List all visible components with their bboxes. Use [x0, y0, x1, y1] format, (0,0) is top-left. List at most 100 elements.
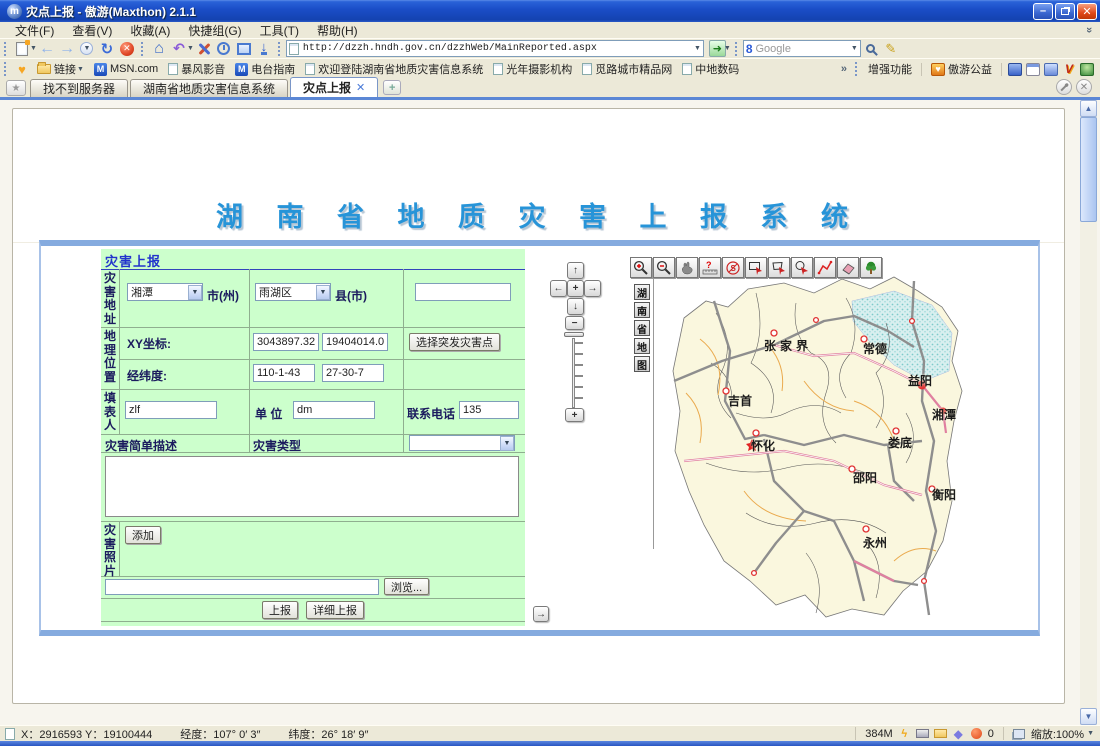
clear-selection-tool[interactable]: S — [722, 257, 744, 278]
new-tab-button[interactable]: + — [383, 80, 401, 95]
browse-button[interactable]: 浏览... — [384, 578, 429, 595]
search-engine-name[interactable]: Google — [756, 43, 853, 55]
new-page-button[interactable] — [12, 40, 32, 58]
county-select[interactable]: 雨湖区 ▼ — [255, 283, 331, 301]
close-button[interactable]: ✕ — [1077, 3, 1097, 20]
polygon-select-tool[interactable] — [768, 257, 790, 278]
measure-tool[interactable]: ? — [699, 257, 721, 278]
undo-button[interactable]: ↶ — [169, 40, 189, 58]
pan-center-button[interactable]: + — [567, 280, 584, 297]
layer-tile-tu[interactable]: 图 — [634, 356, 650, 372]
filler-name-input[interactable] — [125, 401, 217, 419]
bookmark-photo[interactable]: 光年摄影机构 — [488, 61, 577, 77]
v-plugin-icon[interactable]: V — [1062, 63, 1076, 76]
file-path-input[interactable] — [105, 579, 379, 595]
boost-icon[interactable]: ϟ — [898, 728, 911, 740]
scroll-up-button[interactable]: ▲ — [1080, 100, 1097, 117]
page-scrollbar[interactable]: ▲ ▼ — [1080, 100, 1097, 725]
history-button[interactable] — [214, 40, 234, 58]
forward-button[interactable]: → — [57, 40, 77, 58]
popup-blocker-button[interactable] — [970, 728, 983, 740]
pan-tool[interactable] — [676, 257, 698, 278]
zoom-out-tool[interactable] — [653, 257, 675, 278]
highlight-button[interactable]: ✎ — [881, 40, 901, 58]
new-page-dropdown[interactable]: ▼ — [30, 45, 37, 52]
screen-capture-icon[interactable] — [1008, 63, 1022, 76]
bookmark-hunan-geo[interactable]: 欢迎登陆湖南省地质灾害信息系统 — [300, 61, 488, 77]
bookmark-milu[interactable]: 觅路城市精品网 — [577, 61, 677, 77]
unit-input[interactable] — [293, 401, 375, 419]
stop-button[interactable]: ✕ — [117, 40, 137, 58]
go-dropdown[interactable]: ▼ — [724, 45, 731, 52]
menu-favorites[interactable]: 收藏(A) — [121, 22, 179, 39]
tab-settings-button[interactable] — [1056, 79, 1072, 95]
undo-dropdown[interactable]: ▼ — [187, 45, 194, 52]
refresh-button[interactable]: ↻ — [97, 40, 117, 58]
bookmark-radio[interactable]: M电台指南 — [230, 61, 300, 77]
zoom-in-step-button[interactable]: + — [565, 408, 584, 422]
scroll-thumb[interactable] — [1080, 117, 1097, 222]
enhance-menu[interactable]: 增强功能 — [863, 61, 917, 77]
zoom-dropdown-icon[interactable]: ▼ — [1087, 730, 1094, 737]
bookmark-zhongdi[interactable]: 中地数码 — [677, 61, 744, 77]
address-url[interactable]: http://dzzh.hndh.gov.cn/dzzhWeb/MainRepo… — [303, 43, 696, 54]
back-button[interactable]: ← — [37, 40, 57, 58]
menu-groups[interactable]: 快捷组(G) — [179, 22, 250, 39]
bookmarks-overflow[interactable]: » — [837, 63, 851, 75]
latitude-input[interactable] — [322, 364, 384, 382]
rect-select-tool[interactable] — [745, 257, 767, 278]
address-bar[interactable]: http://dzzh.hndh.gov.cn/dzzhWeb/MainRepo… — [286, 40, 704, 57]
avatar-icon[interactable] — [1080, 63, 1094, 76]
search-dropdown[interactable]: ▼ — [851, 45, 858, 52]
favorites-button[interactable]: ♥ — [12, 60, 32, 78]
external-tool-button[interactable] — [234, 40, 254, 58]
tab-list-button[interactable]: ★ — [6, 80, 26, 96]
layer-tile-di[interactable]: 地 — [634, 338, 650, 354]
layer-tile-nan[interactable]: 南 — [634, 302, 650, 318]
menu-help[interactable]: 帮助(H) — [308, 22, 367, 39]
toolbar-grip[interactable] — [4, 42, 8, 56]
pan-down-button[interactable]: ↓ — [567, 298, 584, 315]
notes-icon[interactable] — [1044, 63, 1058, 76]
circle-select-tool[interactable] — [791, 257, 813, 278]
full-extent-tool[interactable] — [860, 257, 882, 278]
tab-close-all-button[interactable]: ✕ — [1076, 79, 1092, 95]
address-detail-input[interactable] — [415, 283, 511, 301]
maxthon-charity[interactable]: ♥傲游公益 — [926, 61, 997, 77]
description-textarea[interactable] — [105, 456, 519, 517]
zoom-in-tool[interactable] — [630, 257, 652, 278]
hunan-map[interactable]: 张家界 常德 益阳 吉首 湘潭 怀化 娄底 邵阳 衡阳 永州 — [656, 263, 971, 629]
resize-button[interactable] — [1013, 728, 1026, 740]
pick-disaster-point-button[interactable]: 选择突发灾害点 — [409, 333, 500, 351]
menu-view[interactable]: 查看(V) — [63, 22, 121, 39]
ad-hunter-button[interactable] — [194, 40, 214, 58]
phone-input[interactable] — [459, 401, 519, 419]
tab-server-not-found[interactable]: 找不到服务器 — [30, 79, 128, 97]
links-folder[interactable]: 链接 ▼ — [32, 61, 89, 77]
draw-line-tool[interactable] — [814, 257, 836, 278]
submit-button[interactable]: 上报 — [262, 601, 298, 619]
zoom-level[interactable]: 缩放:100% — [1031, 726, 1084, 742]
layer-tile-sheng[interactable]: 省 — [634, 320, 650, 336]
hunan-map-graphic[interactable] — [656, 263, 971, 629]
chevron-down-icon[interactable]: ▼ — [316, 285, 330, 300]
bookmark-storm[interactable]: 暴风影音 — [163, 61, 230, 77]
panel-collapse-button[interactable]: → — [533, 606, 549, 622]
proxy-button[interactable] — [916, 728, 929, 740]
folder-button[interactable] — [934, 728, 947, 740]
tab-close-icon[interactable]: ✕ — [356, 81, 365, 94]
zoom-out-step-button[interactable]: − — [565, 316, 584, 330]
zoom-slider-thumb[interactable] — [564, 332, 584, 337]
menu-tools[interactable]: 工具(T) — [251, 22, 308, 39]
y-coordinate-input[interactable] — [322, 333, 388, 351]
disaster-type-select[interactable]: ▼ — [409, 435, 515, 451]
search-button[interactable] — [861, 40, 881, 58]
plugin-icon[interactable]: ◆ — [952, 728, 965, 740]
address-dropdown[interactable]: ▼ — [694, 45, 701, 52]
add-photo-button[interactable]: 添加 — [125, 526, 161, 544]
city-select[interactable]: 湘潭 ▼ — [127, 283, 203, 301]
pan-up-button[interactable]: ↑ — [567, 262, 584, 279]
layer-tile-hu[interactable]: 湖 — [634, 284, 650, 300]
scroll-down-button[interactable]: ▼ — [1080, 708, 1097, 725]
detail-submit-button[interactable]: 详细上报 — [306, 601, 364, 619]
